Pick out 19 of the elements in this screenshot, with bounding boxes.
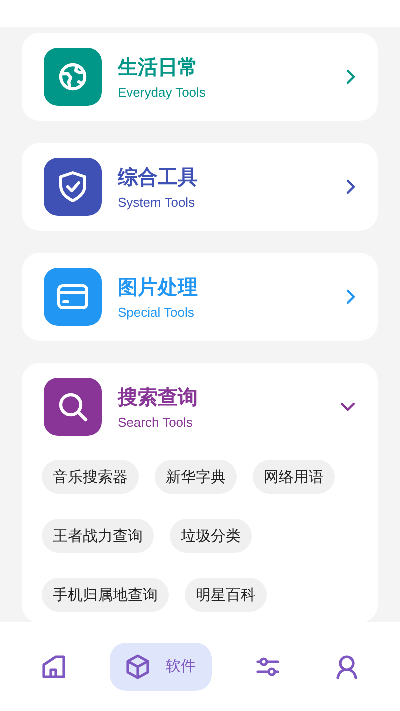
category-subtitle: Special Tools <box>118 304 196 320</box>
tool-chip[interactable]: 新华字典 <box>155 460 237 494</box>
category-title: 生活日常 <box>118 54 199 80</box>
category-subtitle: Search Tools <box>118 414 194 430</box>
category-card[interactable]: 搜索查询 Search Tools 音乐搜索器 新华字典 网络用语 王者战力查询 垃圾分类 手机归属地查询 明星百科 <box>22 363 378 622</box>
tool-chip[interactable]: 音乐搜索器 <box>42 460 139 494</box>
tool-chip[interactable]: 王者战力查询 <box>42 519 154 553</box>
tool-chip[interactable]: 手机归属地查询 <box>42 578 169 612</box>
category-title: 搜索查询 <box>118 384 199 410</box>
category-title: 图片处理 <box>118 274 199 300</box>
tool-chip[interactable]: 明星百科 <box>185 578 267 612</box>
tool-chip[interactable]: 垃圾分类 <box>170 519 252 553</box>
category-subtitle: Everyday Tools <box>118 84 207 100</box>
category-title: 综合工具 <box>118 164 199 190</box>
category-card[interactable]: 生活日常 Everyday Tools <box>22 33 378 121</box>
nav-tab[interactable]: 软件 <box>110 642 212 690</box>
category-card[interactable]: 综合工具 System Tools <box>22 143 378 231</box>
category-subtitle: System Tools <box>118 194 196 210</box>
tool-chip[interactable]: 网络用语 <box>253 460 335 494</box>
